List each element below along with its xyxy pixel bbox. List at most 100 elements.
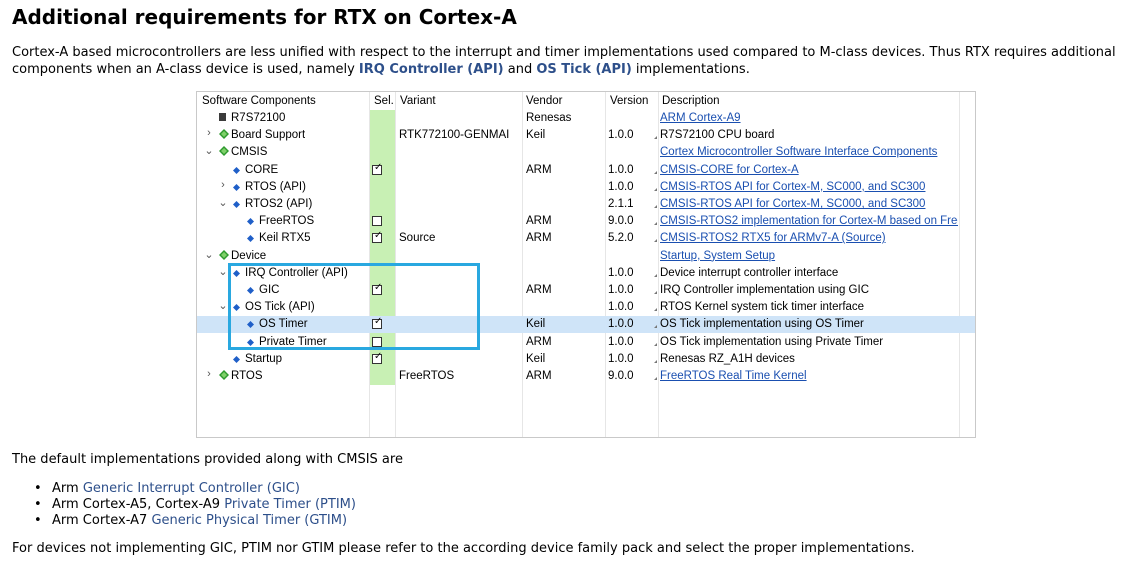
collapse-icon[interactable]: ⌄ [203,144,215,157]
version-cell: 1.0.0 [608,335,634,348]
list-item: • Arm Cortex-A7 Generic Physical Timer (G… [34,513,356,529]
description-link[interactable]: ARM Cortex-A9 [660,112,741,124]
collapse-icon[interactable]: ⌄ [203,248,215,261]
list-item: • Arm Generic Interrupt Controller (GIC) [34,481,356,497]
resize-grip-icon [654,308,657,312]
check-mark-icon: ✓ [374,230,383,242]
bullet-icon: • [34,513,42,528]
header-sel[interactable]: Sel. [374,95,394,107]
resize-grip-icon [654,377,657,380]
resize-grip-icon [654,136,657,140]
blue-diamond-icon [233,199,240,208]
expand-icon[interactable]: › [217,179,229,191]
variant-cell: FreeRTOS [399,370,455,382]
resize-grip-icon [654,291,657,294]
table-row[interactable]: CORE ✓ ARM 1.0.0 CMSIS-CORE for Cortex-A [197,162,975,179]
header-version[interactable]: Version [610,95,648,107]
bullet-icon: • [34,497,42,512]
vendor-cell: ARM [526,215,552,228]
green-diamond-icon [219,146,229,157]
version-cell: 9.0.0 [608,370,634,382]
resize-grip-icon [654,187,657,191]
blue-diamond-icon [233,354,240,363]
vendor-cell: ARM [526,232,552,245]
table-row[interactable]: › RTOS (API) 1.0.0 CMSIS-RTOS API for Corte… [197,179,975,196]
expand-icon[interactable]: › [203,127,215,139]
collapse-icon[interactable]: ⌄ [217,196,229,209]
table-row[interactable]: FreeRTOS ARM 9.0.0 CMSIS-RTOS2 implementati… [197,213,975,230]
highlight-box [228,263,480,350]
description-cell: R7S72100 CPU board [660,129,775,142]
vendor-cell: ARM [526,163,552,176]
table-row[interactable]: Keil RTX5 ✓ Source ARM 5.2.0 CMSIS-RTOS2 RTX5… [197,230,975,247]
component-name: CMSIS [231,146,268,159]
description-link[interactable]: CMSIS-RTOS API for Cortex-M, SC000, and … [660,181,925,193]
vendor-cell: Keil [526,352,546,365]
table-header-row: Software Components Sel. Variant Vendor … [197,92,975,109]
resize-grip-icon [654,359,657,363]
description-link[interactable]: Startup, System Setup [660,250,775,262]
blue-diamond-icon [247,233,254,243]
table-row[interactable]: Startup ✓ Keil 1.0.0 Renesas RZ_A1H devices [197,351,975,368]
resize-grip-icon [654,239,657,243]
table-row[interactable]: ⌄ RTOS2 (API) 2.1.1 CMSIS-RTOS API for Cort… [197,196,975,213]
footer-text: For devices not implementing GIC, PTIM n… [12,541,915,556]
select-checkbox[interactable]: ✓ [372,161,383,175]
description-link[interactable]: CMSIS-CORE for Cortex-A [660,164,799,176]
version-cell: 1.0.0 [608,266,634,279]
description-link[interactable]: CMSIS-RTOS2 RTX5 for ARMv7-A (Source) [660,232,886,244]
component-name: Startup [245,352,283,365]
header-description[interactable]: Description [662,95,720,107]
description-cell: Device interrupt controller interface [660,266,839,279]
description-cell: OS Tick implementation using OS Timer [660,318,864,331]
irq-controller-api-link[interactable]: IRQ Controller (API) [359,62,504,77]
select-checkbox[interactable] [372,216,382,227]
header-variant[interactable]: Variant [400,95,436,107]
resize-grip-icon [654,273,657,277]
resize-grip-icon [654,205,657,208]
header-software-components[interactable]: Software Components [202,95,316,107]
blue-diamond-icon [233,165,240,174]
vendor-cell: Keil [526,318,546,331]
expand-icon[interactable]: › [203,368,215,380]
list-item: • Arm Cortex-A5, Cortex-A9 Private Timer … [34,497,356,513]
description-link[interactable]: CMSIS-RTOS API for Cortex-M, SC000, and … [660,198,925,210]
table-row[interactable]: › RTOS FreeRTOS ARM 9.0.0 FreeRTOS Real Time … [197,368,975,385]
header-vendor[interactable]: Vendor [526,95,562,107]
description-cell: RTOS Kernel system tick timer interface [660,301,865,314]
list-item-prefix: Arm [52,481,83,496]
version-cell: 5.2.0 [608,232,634,245]
table-row[interactable]: R7S72100 Renesas ARM Cortex-A9 [197,110,975,127]
intro-paragraph: Cortex-A based microcontrollers are less… [12,44,1132,78]
implementation-link[interactable]: Generic Interrupt Controller (GIC) [83,481,300,496]
component-name: CORE [245,163,279,176]
description-cell: CMSIS-RTOS2 implementation for Cortex-M … [660,215,958,227]
version-cell: 1.0.0 [608,284,634,296]
version-cell: 1.0.0 [608,163,634,176]
implementation-link[interactable]: Generic Physical Timer (GTIM) [151,513,347,528]
version-cell: 9.0.0 [608,215,634,228]
page-title: Additional requirements for RTX on Corte… [12,5,517,29]
description-link[interactable]: CMSIS-RTOS2 implementation for Cortex-M … [660,215,958,227]
description-cell: CMSIS-CORE for Cortex-A [660,164,958,176]
check-mark-icon: ✓ [374,161,383,173]
version-cell: 1.0.0 [608,129,634,142]
component-name: Device [231,249,267,262]
description-link[interactable]: FreeRTOS Real Time Kernel [660,370,807,382]
component-name: FreeRTOS [259,215,315,228]
variant-cell: Source [399,232,436,245]
vendor-cell: Keil [526,129,546,142]
component-name: Board Support [231,129,306,142]
version-cell: 2.1.1 [608,198,634,210]
table-row[interactable]: › Board Support RTK772100-GENMAI Keil 1.0.0 R… [197,127,975,144]
implementation-link[interactable]: Private Timer (PTIM) [224,497,356,512]
select-checkbox[interactable]: ✓ [372,351,382,364]
vendor-cell: ARM [526,370,552,382]
description-link[interactable]: Cortex Microcontroller Software Interfac… [660,146,937,158]
description-cell: CMSIS-RTOS API for Cortex-M, SC000, and … [660,198,958,210]
description-cell: ARM Cortex-A9 [660,112,958,124]
select-checkbox[interactable]: ✓ [372,230,383,244]
table-row[interactable]: ⌄ CMSIS Cortex Microcontroller Software In… [197,144,975,161]
os-tick-api-link[interactable]: OS Tick (API) [536,62,631,77]
blue-diamond-icon [247,216,254,226]
